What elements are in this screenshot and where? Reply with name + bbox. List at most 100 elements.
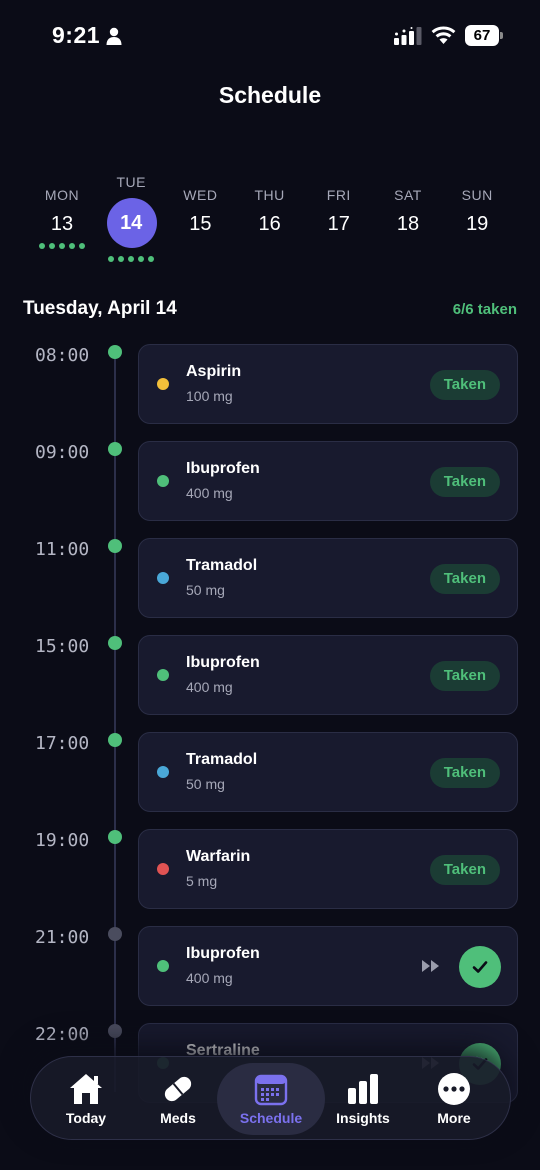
med-color-dot <box>157 960 169 972</box>
status-time: 9:21 <box>52 22 101 48</box>
med-color-dot <box>157 766 169 778</box>
dose-card[interactable]: Aspirin 100 mg Taken <box>138 344 518 424</box>
timeline-node <box>108 1024 122 1038</box>
dose-time: 09:00 <box>35 442 90 463</box>
day-tue[interactable]: TUE 14 <box>97 170 165 270</box>
schedule-slot: 17:00 Tramadol 50 mg Taken <box>0 728 540 812</box>
dose-card[interactable]: Ibuprofen 400 mg <box>138 926 518 1006</box>
dose-card[interactable]: Ibuprofen 400 mg Taken <box>138 635 518 715</box>
timeline-node <box>108 345 122 359</box>
schedule-slot: 15:00 Ibuprofen 400 mg Taken <box>0 631 540 715</box>
timeline-node <box>108 539 122 553</box>
status-bar: 9:21 67 <box>0 0 540 72</box>
med-dose: 400 mg <box>186 970 233 986</box>
tab-bar: Today Meds Schedule Insights More <box>30 1056 511 1140</box>
week-selector: MON 13 TUE 14 WED 15 THU 16 FRI 17 SAT 18 SUN 19 <box>28 170 512 270</box>
dose-card[interactable]: Tramadol 50 mg Taken <box>138 732 518 812</box>
dose-time: 11:00 <box>35 539 90 560</box>
day-name: THU <box>254 187 285 203</box>
schedule-slot: 21:00 Ibuprofen 400 mg <box>0 922 540 1006</box>
taken-badge: Taken <box>429 564 500 594</box>
skip-icon[interactable] <box>421 958 441 974</box>
home-icon <box>68 1072 104 1106</box>
taken-badge: Taken <box>429 467 500 497</box>
day-thu[interactable]: THU 16 <box>236 170 304 270</box>
timeline-node <box>108 733 122 747</box>
tab-label: More <box>437 1110 471 1126</box>
day-number: 18 <box>396 213 420 235</box>
dose-dot <box>39 243 45 249</box>
schedule-slot: 11:00 Tramadol 50 mg Taken <box>0 534 540 618</box>
day-number: 13 <box>50 213 74 235</box>
timeline-node <box>108 927 122 941</box>
schedule-slot: 09:00 Ibuprofen 400 mg Taken <box>0 437 540 521</box>
day-number: 14 <box>120 212 143 234</box>
schedule-slot: 19:00 Warfarin 5 mg Taken <box>0 825 540 909</box>
check-icon <box>472 961 488 973</box>
med-name: Tramadol <box>186 557 258 574</box>
med-color-dot <box>157 863 169 875</box>
dose-card[interactable]: Tramadol 50 mg Taken <box>138 538 518 618</box>
mark-taken-button[interactable] <box>459 946 501 988</box>
med-name: Ibuprofen <box>186 460 260 477</box>
calendar-icon <box>253 1072 289 1106</box>
day-number: 17 <box>327 213 350 235</box>
dose-timeline[interactable]: 08:00 Aspirin 100 mg Taken 09:00 Ibuprofen 400… <box>0 340 540 1103</box>
tab-label: Today <box>65 1110 107 1126</box>
med-dose: 5 mg <box>186 873 218 889</box>
dose-time: 19:00 <box>35 830 90 851</box>
timeline-node <box>108 830 122 844</box>
timeline-node <box>108 636 122 650</box>
med-name: Tramadol <box>186 751 258 768</box>
tab-more[interactable]: More <box>408 1057 500 1141</box>
dose-card[interactable]: Warfarin 5 mg Taken <box>138 829 518 909</box>
taken-badge: Taken <box>429 370 500 400</box>
day-wed[interactable]: WED 15 <box>166 170 234 270</box>
taken-badge: Taken <box>429 758 500 788</box>
dose-time: 21:00 <box>35 927 90 948</box>
dose-dot <box>49 243 55 249</box>
med-dose: 400 mg <box>186 679 233 695</box>
tab-today[interactable]: Today <box>40 1057 132 1141</box>
dose-dot <box>128 256 135 262</box>
med-color-dot <box>157 475 169 487</box>
dose-time: 08:00 <box>35 345 90 366</box>
day-number: 19 <box>466 213 489 235</box>
tab-label: Meds <box>160 1110 196 1126</box>
day-number: 16 <box>258 213 281 235</box>
med-color-dot <box>157 378 169 390</box>
dose-card[interactable]: Ibuprofen 400 mg Taken <box>138 441 518 521</box>
med-dose: 50 mg <box>186 582 225 598</box>
tab-meds[interactable]: Meds <box>132 1057 224 1141</box>
day-fri[interactable]: FRI 17 <box>305 170 373 270</box>
tab-insights[interactable]: Insights <box>317 1057 409 1141</box>
med-color-dot <box>157 572 169 584</box>
tab-schedule[interactable]: Schedule <box>217 1057 325 1141</box>
timeline-node <box>108 442 122 456</box>
med-name: Ibuprofen <box>186 945 260 962</box>
day-name: SUN <box>461 187 493 203</box>
person-icon <box>106 27 122 45</box>
taken-badge: Taken <box>429 661 500 691</box>
day-name: WED <box>183 187 218 203</box>
dose-dots <box>97 256 165 262</box>
more-icon <box>436 1072 472 1106</box>
dose-dot <box>118 256 125 262</box>
med-name: Warfarin <box>186 848 251 865</box>
med-color-dot <box>157 669 169 681</box>
dose-dot <box>108 256 115 262</box>
day-number: 15 <box>189 213 212 235</box>
day-sat[interactable]: SAT 18 <box>374 170 442 270</box>
med-dose: 400 mg <box>186 485 233 501</box>
signal-icon <box>394 27 422 45</box>
battery-level: 67 <box>465 25 499 46</box>
dose-time: 15:00 <box>35 636 90 657</box>
day-sun[interactable]: SUN 19 <box>443 170 511 270</box>
dose-dot <box>79 243 85 249</box>
tab-label: Schedule <box>239 1110 303 1126</box>
pill-icon <box>160 1072 196 1106</box>
day-mon[interactable]: MON 13 <box>28 170 96 270</box>
dose-dot <box>59 243 65 249</box>
page-title: Schedule <box>218 82 322 108</box>
dose-dot <box>69 243 75 249</box>
